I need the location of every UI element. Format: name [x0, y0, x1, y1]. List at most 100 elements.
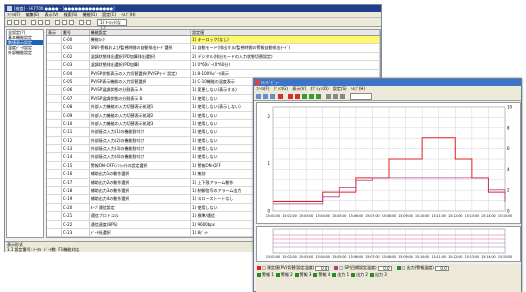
- menu-settings[interactable]: 設定(S): [333, 86, 347, 91]
- menu-file[interactable]: ﾌｧｲﾙ(F): [256, 86, 269, 91]
- x-tick-label: 15:14:00: [481, 214, 495, 218]
- alarm-label[interactable]: 警報 1: [262, 272, 274, 278]
- x-tick-label: 15:10:00: [415, 214, 429, 218]
- event-x-tick-label: 15:09:00: [398, 255, 412, 259]
- rewind-icon[interactable]: [288, 94, 293, 99]
- col-display[interactable]: 表示: [47, 30, 62, 35]
- menu-settings[interactable]: 設定(C): [102, 12, 116, 17]
- setting-value-field[interactable]: 1) ｷｰﾛｯｸ(なし): [97, 19, 127, 30]
- y-tick-label: 1: [267, 161, 270, 166]
- settings-title: [検査] - Hi7700 ●●●● - [●●●●●●●●●●●●●●]: [14, 6, 115, 11]
- fast-forward-icon[interactable]: [316, 94, 321, 99]
- menu-edit[interactable]: 編集(E): [26, 12, 40, 17]
- zoom-in-icon[interactable]: [326, 94, 331, 99]
- row-function: 補助出力4の動作選択: [90, 195, 192, 203]
- menu-option[interactable]: ｵﾌﾟｼｮﾝ(O): [310, 86, 328, 91]
- row-checkbox: [47, 52, 62, 61]
- copy-icon[interactable]: [38, 20, 43, 25]
- menu-function[interactable]: 機能(G): [83, 12, 97, 17]
- row-checkbox: [47, 153, 62, 161]
- row-function: ﾃﾞｰﾀ長選択: [90, 228, 192, 237]
- row-number: C-22: [62, 220, 90, 228]
- menu-view[interactable]: 表示(V): [45, 12, 59, 17]
- zoom-select[interactable]: [350, 93, 372, 100]
- legend-pv-label[interactable]: □ 測定値(PV)切替(設定温度): [262, 265, 314, 271]
- row-value[interactable]: 1) 0*60ｼﾞｰ(0*60分): [191, 61, 380, 69]
- row-function: 外部接点入力(4)の機能割付け: [90, 153, 192, 161]
- trend-window: ﾄﾚﾝﾄﾞﾋﾞｭｰ ﾌｧｲﾙ(F) ｸﾞﾗﾌ(G) 表示(V) ｵﾌﾟｼｮﾝ(O…: [253, 78, 522, 292]
- x-tick-label: 15:07:00: [365, 214, 379, 218]
- menu-help[interactable]: ﾍﾙﾌﾟ(H): [351, 86, 365, 91]
- row-checkbox: [47, 77, 62, 86]
- row-number: C-15: [62, 161, 90, 170]
- alarm-label[interactable]: 警報 3: [300, 272, 312, 278]
- alarm-label[interactable]: 警報 2: [281, 272, 293, 278]
- next-icon[interactable]: [86, 20, 91, 25]
- col-value[interactable]: 設定値: [191, 30, 380, 35]
- legend-sp-label[interactable]: □ SP(目標設定温度): [339, 265, 376, 271]
- data-point: [454, 177, 456, 179]
- table-row[interactable]: C-00 機能ﾛｯｸ 1) キーロック(なし): [47, 36, 380, 45]
- menu-view[interactable]: 表示(V): [292, 86, 306, 91]
- prev-icon[interactable]: [79, 20, 84, 25]
- row-function: ﾙｰﾌﾟ通信設定: [90, 203, 192, 212]
- table-row[interactable]: C-02 温調状態排出選択(PD加算排出選択) 2) デジタル(排出モードの入力状態…: [47, 52, 380, 62]
- data-point: [488, 191, 489, 193]
- row-value[interactable]: 1) 8-100%ﾃﾞｰﾀ表示: [191, 69, 380, 77]
- output-swatch: [332, 273, 337, 277]
- row-checkbox: [47, 103, 62, 111]
- compare-icon[interactable]: [69, 20, 74, 25]
- output-label[interactable]: 出力 3: [375, 272, 387, 278]
- x-tick-label: 15:09:00: [398, 214, 412, 218]
- menu-graph[interactable]: ｸﾞﾗﾌ(G): [274, 86, 288, 91]
- row-checkbox: [47, 178, 62, 187]
- row-number: C-08: [62, 103, 90, 111]
- table-row[interactable]: C-04 PV/SP状態表示の入力切替選択(PV/SPﾓｰﾄﾞ設定) 1) 8-10…: [47, 69, 380, 78]
- alarm-label[interactable]: 警報 4: [318, 272, 330, 278]
- x-tick-label: 15:11:00: [432, 214, 446, 218]
- row-value[interactable]: 2) デジタル(排出モードの入力状態切替設定): [191, 52, 380, 61]
- legend-out-label[interactable]: □ 出力(警報温度): [402, 265, 434, 271]
- menu-search[interactable]: 検索(S): [64, 12, 78, 17]
- cursor-icon[interactable]: [340, 94, 345, 99]
- table-row[interactable]: C-01 SNR-警報および監視時間の自動排出ﾓｰﾄﾞ選択 1) 自動モード(排出す…: [47, 44, 380, 53]
- data-point: [372, 177, 373, 179]
- output-label[interactable]: 出力 2: [356, 272, 368, 278]
- col-number[interactable]: 番号: [62, 30, 90, 35]
- event-x-tick-label: 15:07:00: [365, 255, 379, 259]
- x-tick-label: 15:01:00: [266, 214, 280, 218]
- cut-icon[interactable]: [31, 20, 36, 25]
- row-number: C-18: [62, 187, 90, 195]
- menu-help[interactable]: ﾍﾙﾌﾟ(H): [121, 12, 135, 17]
- row-function: 外部入力機能の入力切替表示処理2: [90, 111, 192, 119]
- table-row[interactable]: C-03 温調状態排出選択(PD加算) 1) 0*60ｼﾞｰ(0*60分): [47, 61, 380, 70]
- row-value[interactable]: 1) キーロック(なし): [191, 36, 380, 44]
- data-point: [272, 201, 274, 202]
- new-icon[interactable]: [7, 20, 12, 25]
- play-icon[interactable]: [302, 94, 307, 99]
- save-icon[interactable]: [263, 94, 268, 99]
- download-icon[interactable]: [62, 20, 67, 25]
- zoom-out-icon[interactable]: [333, 94, 338, 99]
- col-function[interactable]: 機能設定: [90, 30, 192, 35]
- row-value[interactable]: 1) 自動モード(排出する/監視時間の警報自動排出ﾓｰﾄﾞ): [191, 44, 380, 52]
- data-point: [289, 203, 290, 205]
- row-function: 補助出力3の動作選択: [90, 187, 192, 195]
- save-icon[interactable]: [21, 20, 26, 25]
- data-point: [305, 201, 307, 202]
- menu-file[interactable]: ﾌｧｲﾙ(F): [7, 12, 20, 17]
- record-icon[interactable]: [278, 94, 283, 99]
- open-icon[interactable]: [256, 94, 261, 99]
- event-x-tick-label: 15:05:00: [332, 255, 346, 259]
- row-number: C-21: [62, 212, 90, 220]
- tree-item[interactable]: 外部機能設定: [7, 50, 43, 55]
- print-icon[interactable]: [270, 94, 275, 99]
- forward-icon[interactable]: [309, 94, 314, 99]
- back-icon[interactable]: [295, 94, 300, 99]
- row-number: C-05: [62, 77, 90, 86]
- output-label[interactable]: 出力 1: [337, 272, 349, 278]
- upload-icon[interactable]: [55, 20, 60, 25]
- open-icon[interactable]: [14, 20, 19, 25]
- paste-icon[interactable]: [45, 20, 50, 25]
- row-number: C-09: [62, 111, 90, 119]
